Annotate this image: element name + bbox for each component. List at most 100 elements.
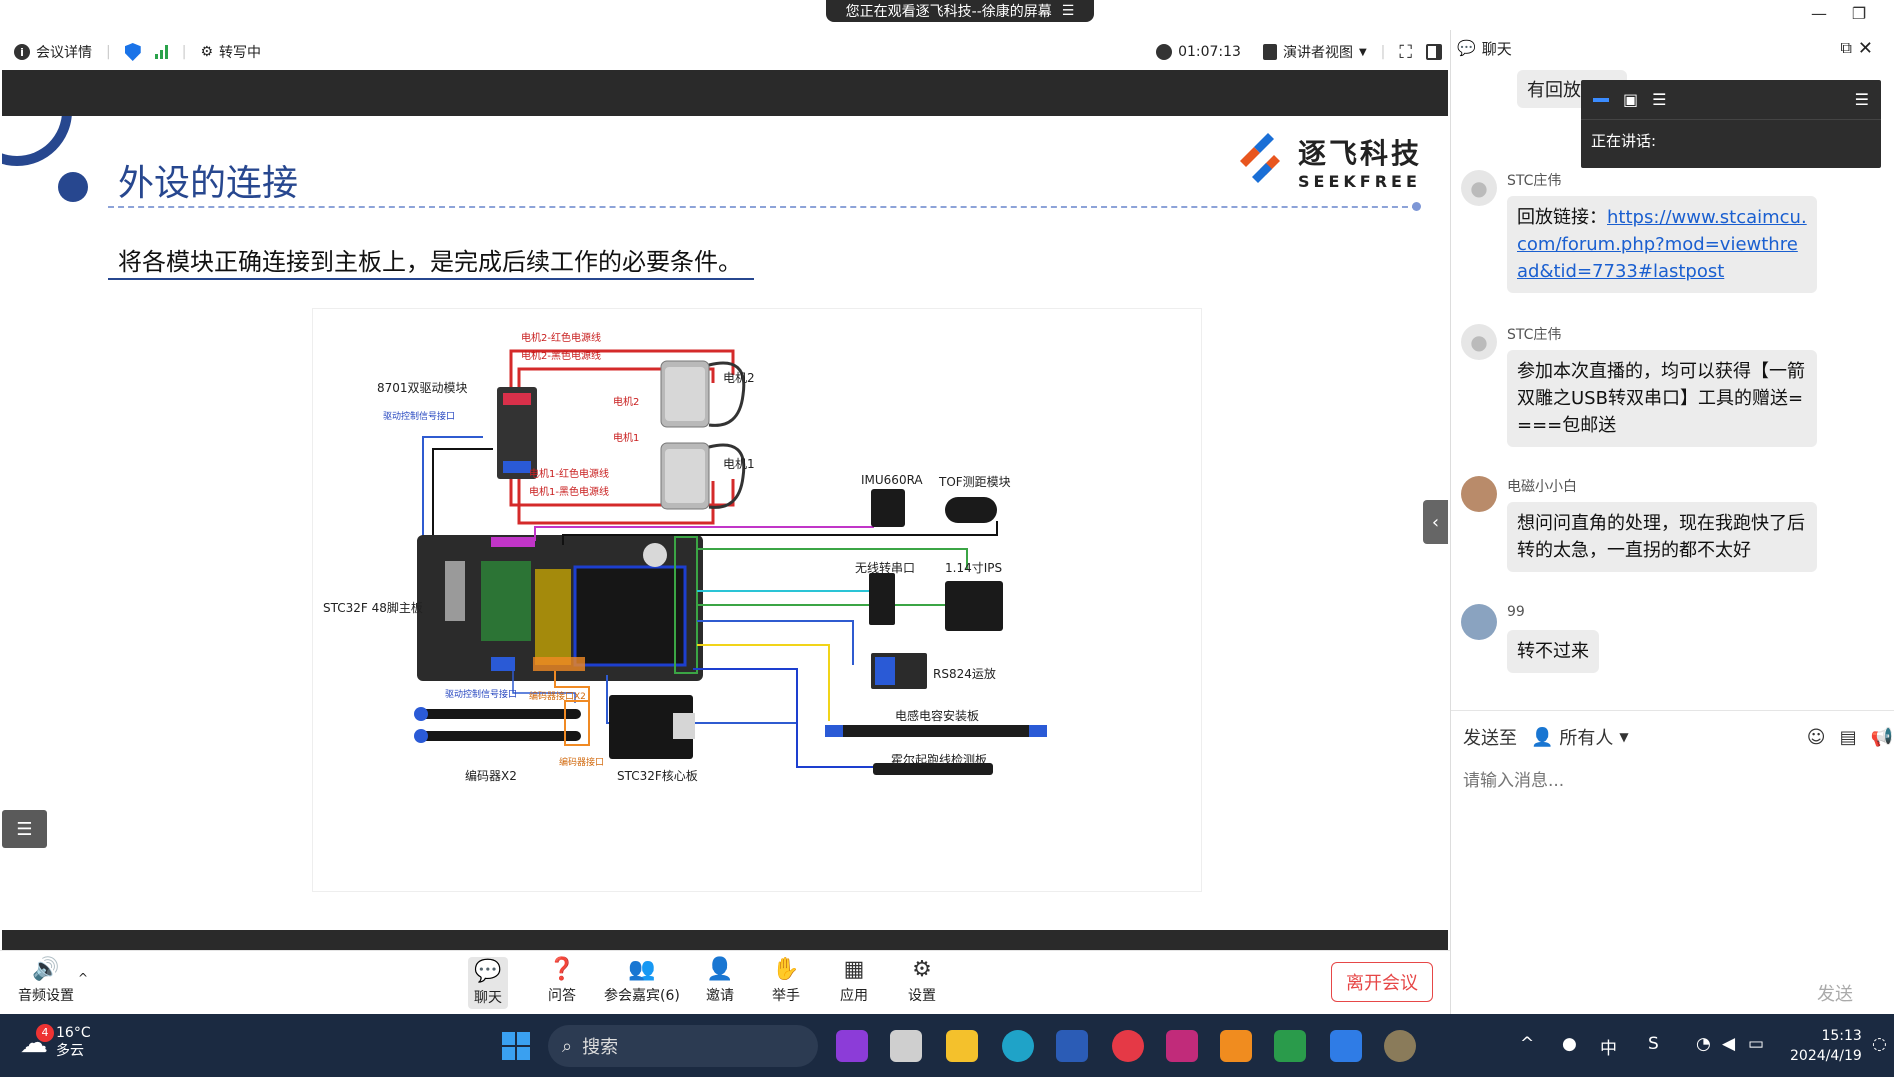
info-icon: i (14, 44, 30, 60)
chat-header: 💬 聊天 ⧉ ✕ (1451, 30, 1894, 66)
label-m2-red-wire: 电机2-红色电源线 (521, 333, 601, 344)
pop-out-icon[interactable]: ⧉ (1840, 38, 1851, 58)
label-ips: 1.14寸IPS (945, 561, 1003, 575)
signal-icon (154, 45, 168, 59)
transcribe-icon: ⚙ (200, 44, 213, 60)
fullscreen-button[interactable]: ⛶ (1399, 42, 1412, 63)
minimize-icon[interactable] (1593, 98, 1609, 102)
spreadsheet-icon[interactable] (1274, 1030, 1306, 1062)
edge-icon[interactable] (1002, 1030, 1034, 1062)
search-icon: ⌕ (562, 1035, 573, 1057)
weather-desc: 多云 (56, 1043, 84, 1059)
weather-widget[interactable]: ☁ 4 16°C 多云 (20, 1023, 91, 1060)
meeting-app-icon[interactable] (1330, 1030, 1362, 1062)
task-view-icon[interactable] (890, 1030, 922, 1062)
wireless-module-image (869, 573, 895, 625)
chat-divider (1451, 710, 1894, 711)
chevron-up-icon[interactable]: ^ (78, 971, 88, 985)
restore-button[interactable]: ❐ (1846, 2, 1872, 24)
avatar (1461, 604, 1497, 640)
message-bubble: 转不过来 (1507, 630, 1599, 673)
question-icon: ❓ (548, 957, 576, 982)
gear-icon: ⚙ (912, 957, 932, 982)
window-icon[interactable]: ▣ (1623, 90, 1638, 109)
send-to-label: 发送至 (1463, 728, 1517, 749)
apps-label: 应用 (840, 988, 868, 1004)
windows-start-icon[interactable] (500, 1030, 532, 1062)
clock-icon (1156, 44, 1173, 60)
menu-icon[interactable]: ☰ (1062, 3, 1075, 19)
collapse-chat-button[interactable]: ‹ (1423, 500, 1448, 544)
logo-text-cn: 逐飞科技 (1298, 136, 1423, 170)
chevron-up-icon[interactable]: ^ (1520, 1034, 1534, 1054)
folder-icon[interactable] (946, 1030, 978, 1062)
decorative-dot (58, 172, 88, 202)
minimize-button[interactable]: — (1806, 2, 1832, 24)
network-button[interactable] (154, 45, 168, 59)
avatar: ● (1461, 170, 1497, 206)
message-sender: 电磁小小白 (1507, 479, 1577, 495)
wifi-icon[interactable]: ◔ (1696, 1034, 1711, 1054)
ips-screen-image (945, 581, 1003, 631)
chat-button[interactable]: 💬 聊天 (468, 957, 508, 1009)
clock[interactable]: 15:13 2024/4/19 (1790, 1026, 1862, 1066)
label-motor2: 电机2 (723, 371, 755, 385)
audio-settings-label: 音频设置 (18, 988, 74, 1004)
emoji-icon[interactable]: ☺ (1807, 727, 1826, 748)
collapse-icon[interactable]: ☰ (1855, 90, 1869, 109)
taskbar-search[interactable]: ⌕ 搜索 (548, 1025, 818, 1067)
transcribe-button[interactable]: ⚙ 转写中 (200, 42, 261, 62)
view-mode-label: 演讲者视图 (1282, 45, 1353, 61)
tray-app-icon[interactable]: ● (1562, 1034, 1577, 1054)
subtitle-underline (108, 278, 754, 280)
sidebar-toggle-button[interactable] (1426, 44, 1442, 60)
sogou-icon[interactable]: S (1648, 1034, 1659, 1054)
hand-icon: ✋ (772, 957, 800, 982)
avatar: ● (1461, 324, 1497, 360)
chat-label: 聊天 (474, 990, 502, 1006)
raise-hand-button[interactable]: ✋ 举手 (772, 957, 800, 1005)
audio-settings-button[interactable]: 🔊 音频设置 (18, 957, 74, 1005)
volume-icon[interactable]: ◀ (1722, 1034, 1735, 1054)
file-icon[interactable]: ▤ (1840, 727, 1857, 748)
battery-icon[interactable]: ▭ (1748, 1034, 1764, 1054)
leave-meeting-button[interactable]: 离开会议 (1331, 962, 1433, 1002)
cloud-icon: ☁ 4 (20, 1023, 54, 1059)
user-app-icon[interactable] (1384, 1030, 1416, 1062)
ime-indicator[interactable]: 中 (1600, 1034, 1617, 1059)
notification-icon[interactable]: ◌ (1872, 1034, 1887, 1054)
slide-list-button[interactable]: ☰ (2, 810, 47, 848)
app-icon[interactable] (1166, 1030, 1198, 1062)
settings-button[interactable]: ⚙ 设置 (908, 957, 936, 1005)
participants-button[interactable]: 👥 参会嘉宾(6) (604, 957, 680, 1005)
wiring-lines (414, 349, 1047, 775)
chat-message-input[interactable] (1463, 766, 1883, 796)
close-icon[interactable]: ✕ (1858, 38, 1873, 59)
invite-button[interactable]: 👤 邀请 (706, 957, 734, 1005)
netease-music-icon[interactable] (1112, 1030, 1144, 1062)
word-icon[interactable] (1056, 1030, 1088, 1062)
clock-time: 15:13 (1821, 1028, 1862, 1044)
qa-button[interactable]: ❓ 问答 (548, 957, 576, 1005)
wps-pdf-icon[interactable] (1220, 1030, 1252, 1062)
send-button[interactable]: 发送 (1817, 980, 1853, 1006)
timer-value: 01:07:13 (1178, 44, 1241, 60)
fullscreen-icon: ⛶ (1399, 41, 1412, 63)
stage-bottom-band (2, 930, 1448, 950)
logo-text-en: SEEKFREE (1298, 171, 1421, 191)
view-mode-dropdown[interactable]: 演讲者视图 ▼ (1262, 42, 1367, 62)
list-icon[interactable]: ☰ (1652, 90, 1666, 109)
announce-icon[interactable]: 📢 (1871, 727, 1893, 748)
apps-button[interactable]: ▦ 应用 (840, 957, 868, 1005)
security-button[interactable] (124, 43, 141, 61)
copilot-icon[interactable] (836, 1030, 868, 1062)
clock-date: 2024/4/19 (1790, 1048, 1862, 1064)
label-encoder: 编码器X2 (465, 769, 517, 783)
person-icon: 👤 (1531, 726, 1554, 748)
meeting-info-button[interactable]: i 会议详情 (14, 42, 92, 62)
recipient-dropdown[interactable]: 👤 所有人 ▼ (1531, 724, 1629, 750)
timer: 01:07:13 (1156, 44, 1241, 60)
weather-temp: 16°C (56, 1025, 91, 1041)
screen-share-banner[interactable]: 您正在观看逐飞科技--徐康的屏幕 ☰ (826, 0, 1094, 22)
label-tof: TOF测距模块 (939, 475, 1011, 489)
